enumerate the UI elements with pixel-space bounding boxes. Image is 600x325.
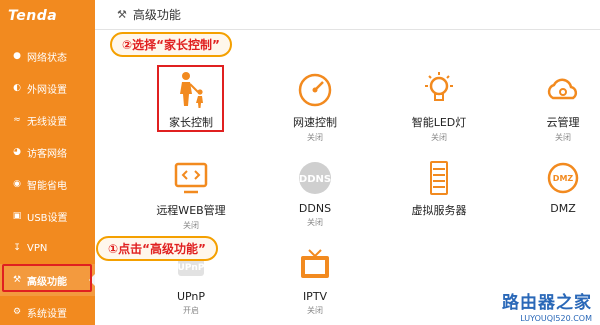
tile-name: 云管理 <box>546 116 580 129</box>
sidebar-item-label: VPN <box>27 242 48 254</box>
tile-name: UPnP <box>176 290 206 303</box>
sidebar-item-label: 外网设置 <box>27 84 67 96</box>
tile-name: 虚拟服务器 <box>411 204 467 217</box>
tile-remote-web[interactable]: 远程WEB管理 关闭 <box>136 158 246 231</box>
tile-name: 智能LED灯 <box>411 116 467 129</box>
tile-name: 网速控制 <box>293 116 337 129</box>
tile-ddns[interactable]: DDNS DDNS 关闭 <box>260 158 370 228</box>
tv-icon <box>260 246 370 286</box>
advanced-highlight-box <box>2 264 92 292</box>
watermark-cn: 路由器之家 <box>502 293 592 313</box>
svg-text:DDNS: DDNS <box>299 174 331 185</box>
router-admin-page: Tenda ● 网络状态 ◐ 外网设置 ≈ 无线设置 ◕ 访客网络 ◉ 智能省电 <box>0 0 600 325</box>
wifi-icon: ≈ <box>13 115 21 125</box>
sidebar-item-label: USB设置 <box>27 212 68 224</box>
tile-dmz[interactable]: DMZ DMZ <box>508 158 600 217</box>
tile-speed-control[interactable]: 网速控制 关闭 <box>260 70 370 143</box>
tile-status: 关闭 <box>555 133 571 142</box>
sidebar-item-label: 访客网络 <box>27 148 67 160</box>
sidebar-item-network-status[interactable]: ● 网络状态 <box>0 40 95 72</box>
ddns-icon: DDNS <box>260 158 370 198</box>
sidebar-item-wan-settings[interactable]: ◐ 外网设置 <box>0 72 95 104</box>
wrench-icon: ⚒ <box>117 8 127 21</box>
page-header: ⚒ 高级功能 <box>95 0 600 30</box>
sidebar-item-label: 无线设置 <box>27 116 67 128</box>
svg-text:DMZ: DMZ <box>553 174 574 183</box>
led-bulb-icon <box>384 70 494 110</box>
tile-status: 关闭 <box>183 221 199 230</box>
guest-icon: ◕ <box>13 147 21 157</box>
tile-status: 关闭 <box>307 306 323 315</box>
cloud-gear-icon <box>508 70 600 110</box>
settings-icon: ⚙ <box>12 307 22 317</box>
sidebar-item-label: 网络状态 <box>27 52 67 64</box>
tile-status: 开启 <box>183 306 199 315</box>
step1-callout: ①点击“高级功能” <box>96 236 218 261</box>
speedometer-icon <box>260 70 370 110</box>
watermark-en: LUYOUQI520.COM <box>520 314 592 323</box>
tile-name: DDNS <box>298 202 332 215</box>
tile-status: 关闭 <box>431 133 447 142</box>
vpn-icon: ↧ <box>13 243 21 253</box>
tenda-logo: Tenda <box>8 8 58 24</box>
sidebar-item-vpn[interactable]: ↧ VPN <box>0 232 95 264</box>
tile-virtual-server[interactable]: 虚拟服务器 <box>384 158 494 220</box>
power-save-icon: ◉ <box>13 179 21 189</box>
tile-name: 远程WEB管理 <box>156 204 226 217</box>
tile-name: IPTV <box>302 290 328 303</box>
dmz-icon: DMZ <box>508 158 600 198</box>
tile-smart-led[interactable]: 智能LED灯 关闭 <box>384 70 494 143</box>
parental-control-highlight-box <box>157 65 224 132</box>
sidebar-item-usb[interactable]: ▣ USB设置 <box>0 200 95 232</box>
sidebar-item-power-save[interactable]: ◉ 智能省电 <box>0 168 95 200</box>
remote-monitor-icon <box>136 158 246 198</box>
tile-cloud-management[interactable]: 云管理 关闭 <box>508 70 600 143</box>
sidebar-item-label: 系统设置 <box>27 308 67 320</box>
svg-text:UPnP: UPnP <box>178 263 205 273</box>
sidebar-item-label: 智能省电 <box>27 180 67 192</box>
sidebar: Tenda ● 网络状态 ◐ 外网设置 ≈ 无线设置 ◕ 访客网络 ◉ 智能省电 <box>0 0 96 325</box>
page-title: 高级功能 <box>132 8 181 22</box>
tile-status: 关闭 <box>307 218 323 227</box>
tile-name: DMZ <box>550 202 576 215</box>
server-icon <box>384 158 494 198</box>
sidebar-item-guest-network[interactable]: ◕ 访客网络 <box>0 136 95 168</box>
network-status-icon: ● <box>13 51 21 61</box>
step2-callout: ②选择“家长控制” <box>110 32 232 57</box>
sidebar-item-wireless[interactable]: ≈ 无线设置 <box>0 104 95 136</box>
usb-icon: ▣ <box>12 211 22 221</box>
globe-icon: ◐ <box>13 83 21 93</box>
tile-status: 关闭 <box>307 133 323 142</box>
tile-iptv[interactable]: IPTV 关闭 <box>260 246 370 316</box>
sidebar-item-system[interactable]: ⚙ 系统设置 <box>0 296 95 325</box>
